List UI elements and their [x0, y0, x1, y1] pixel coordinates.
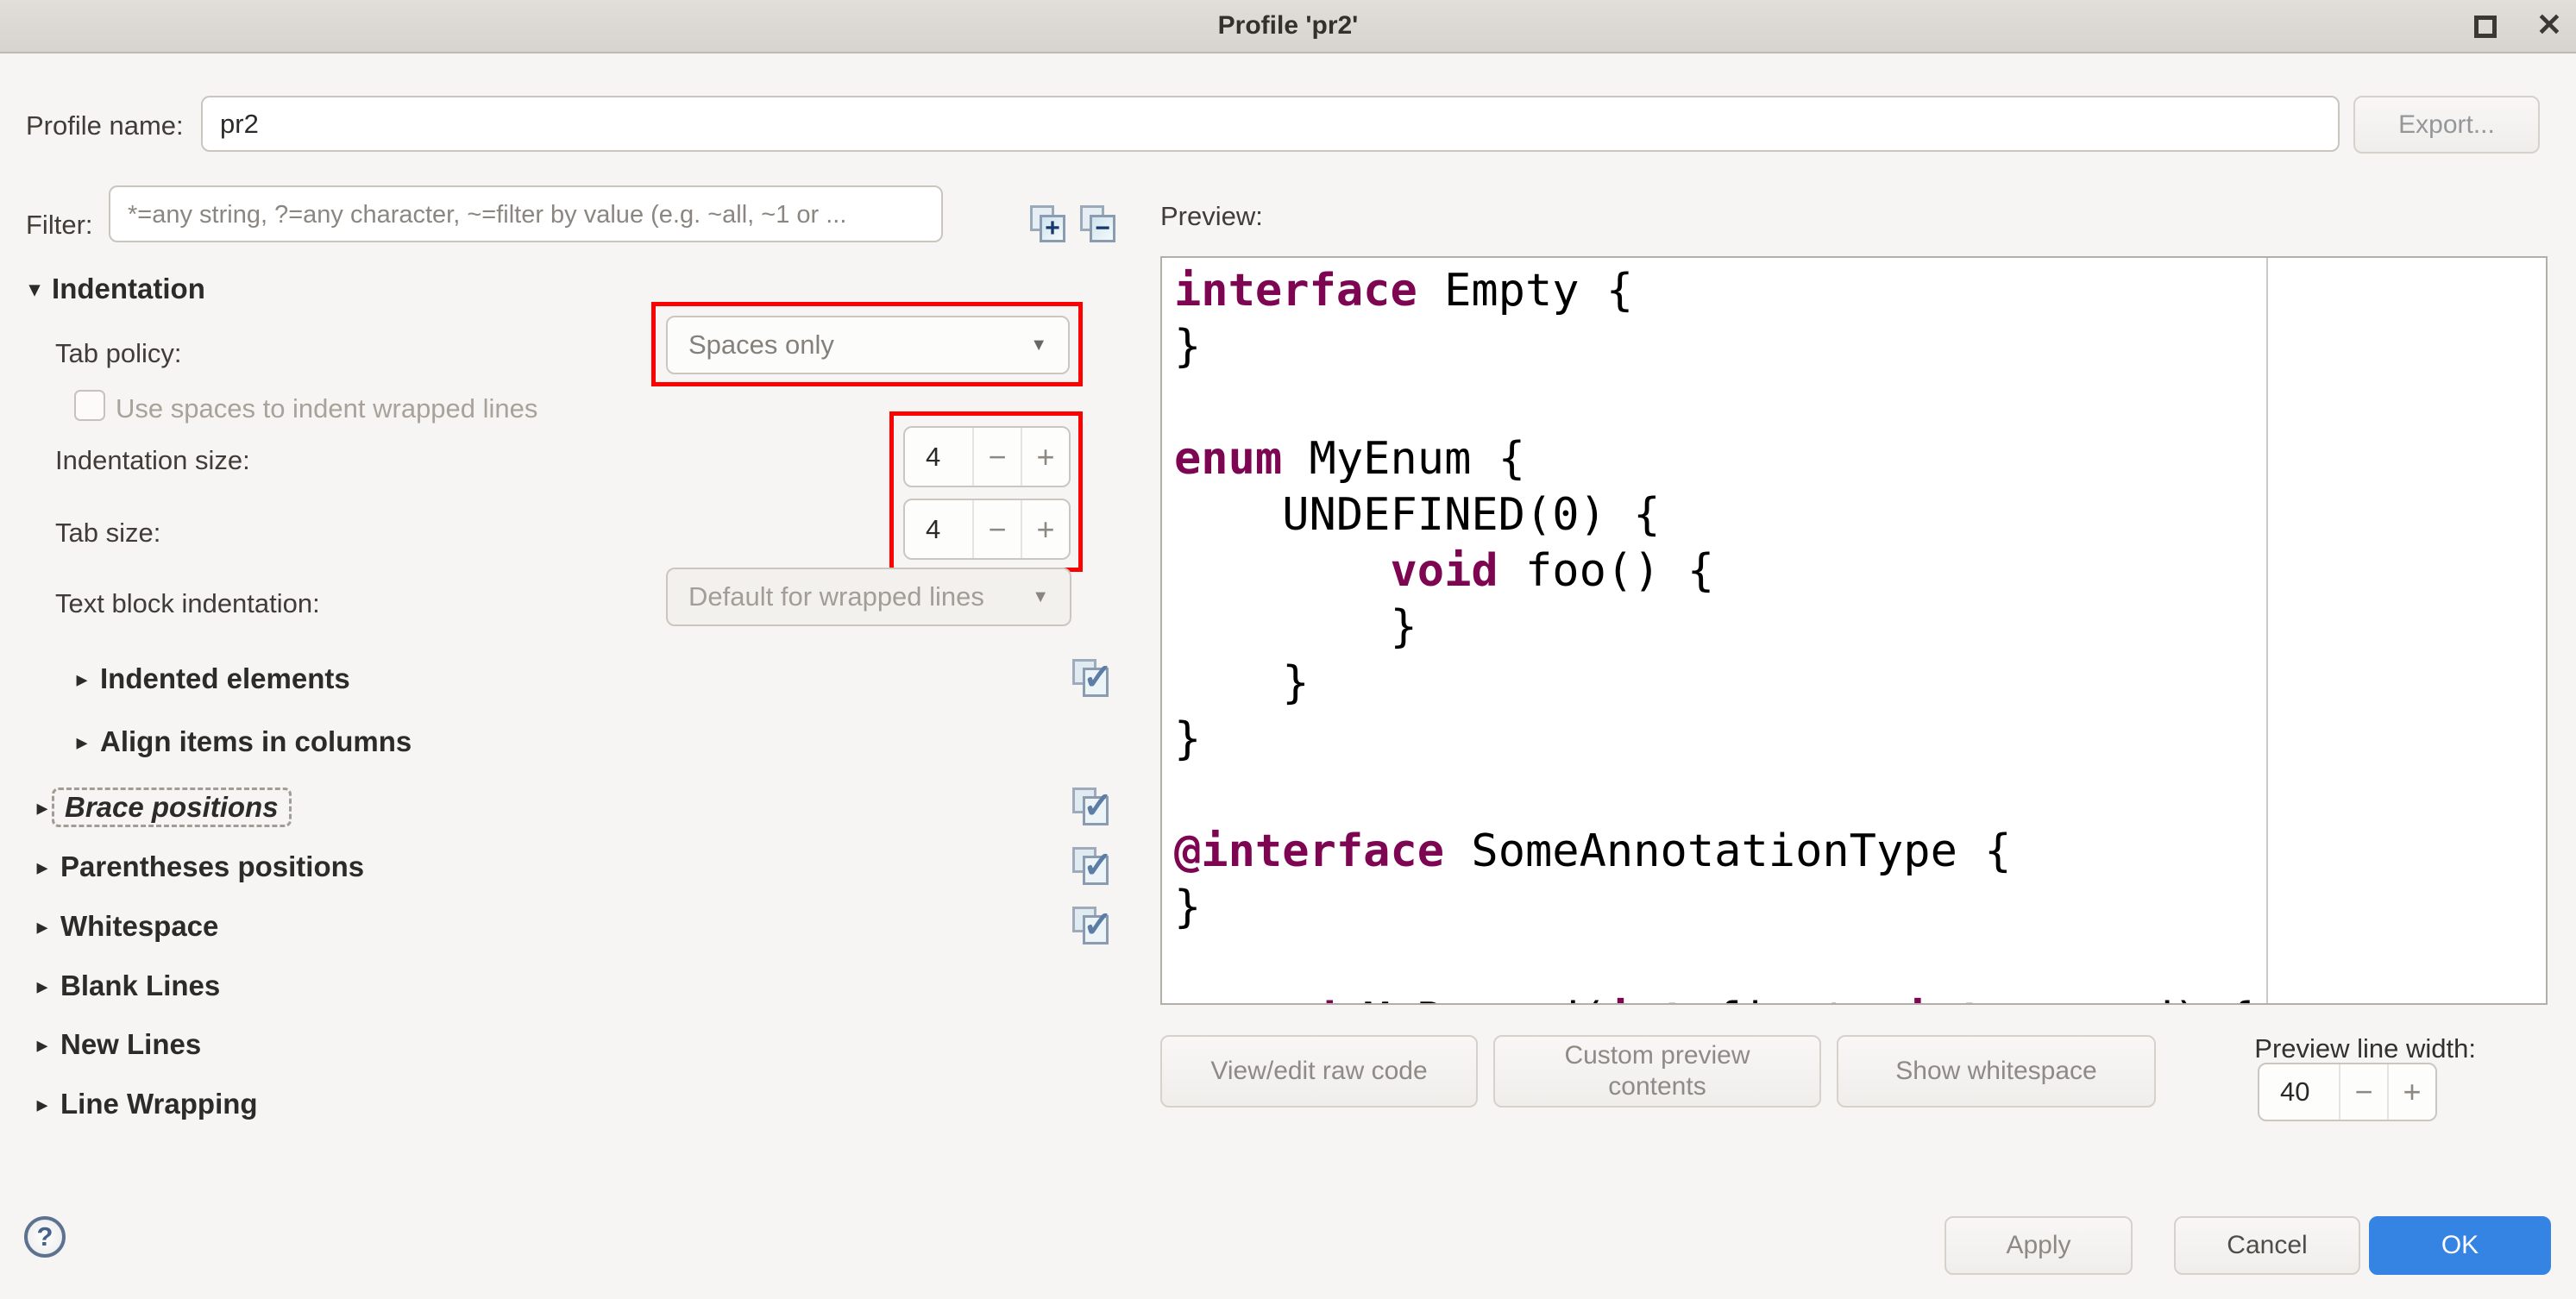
cancel-button[interactable]: Cancel	[2174, 1216, 2360, 1275]
chevron-down-icon: ▼	[1030, 336, 1047, 355]
indentation-size-spinner: 4 − +	[903, 426, 1071, 487]
increment-button[interactable]: +	[2387, 1064, 2435, 1120]
section-label: Indentation	[52, 273, 205, 305]
profile-name-label: Profile name:	[26, 110, 184, 141]
tree-item-new-lines[interactable]: ▸ New Lines	[0, 1024, 1122, 1065]
minus-icon: −	[1090, 215, 1115, 242]
modified-indicator-icon: ✓	[1072, 847, 1112, 887]
preview-code-panel[interactable]: interface Empty {} enum MyEnum { UNDEFIN…	[1160, 256, 2548, 1005]
text-block-label: Text block indentation:	[55, 588, 320, 619]
tree-item-whitespace[interactable]: ▸ Whitespace ✓	[0, 906, 1122, 947]
tab-policy-dropdown[interactable]: Spaces only ▼	[666, 316, 1070, 374]
chevron-right-icon: ▸	[29, 1032, 55, 1058]
decrement-button[interactable]: −	[2339, 1064, 2387, 1120]
show-whitespace-button[interactable]: Show whitespace	[1837, 1035, 2156, 1108]
expand-all-icon[interactable]: +	[1030, 205, 1071, 247]
modified-indicator-icon: ✓	[1072, 907, 1112, 946]
modified-indicator-icon: ✓	[1072, 659, 1112, 699]
chevron-down-icon: ▼	[1032, 587, 1049, 607]
preview-line-width-value[interactable]: 40	[2259, 1064, 2339, 1120]
indentation-size-value[interactable]: 4	[905, 428, 972, 486]
use-spaces-checkbox[interactable]	[74, 390, 105, 421]
tree-item-indentation[interactable]: ▾ Indentation	[29, 273, 205, 305]
preview-line-width-spinner: 40 − +	[2258, 1063, 2437, 1121]
tab-size-value[interactable]: 4	[905, 500, 972, 558]
chevron-right-icon: ▸	[29, 973, 55, 1000]
tree-item-line-wrapping[interactable]: ▸ Line Wrapping	[0, 1083, 1122, 1125]
indentation-size-label: Indentation size:	[55, 445, 250, 476]
modified-indicator-icon: ✓	[1072, 788, 1112, 827]
text-block-dropdown[interactable]: Default for wrapped lines ▼	[666, 568, 1071, 626]
tree-item-brace-positions[interactable]: ▸ Brace positions ✓	[0, 787, 1122, 828]
increment-button[interactable]: +	[1021, 500, 1069, 558]
chevron-right-icon: ▸	[69, 729, 95, 756]
view-edit-raw-code-button[interactable]: View/edit raw code	[1160, 1035, 1478, 1108]
close-button[interactable]: ✕	[2526, 0, 2573, 53]
chevron-right-icon: ▸	[29, 913, 55, 940]
print-margin-line	[2266, 258, 2268, 1003]
code-editor: interface Empty {} enum MyEnum { UNDEFIN…	[1174, 263, 2254, 1005]
decrement-button[interactable]: −	[972, 428, 1021, 486]
preview-line-width-label: Preview line width:	[2208, 1033, 2476, 1064]
plus-icon: +	[1040, 215, 1065, 242]
titlebar: Profile 'pr2' ✕	[0, 0, 2576, 53]
window-title: Profile 'pr2'	[0, 0, 2576, 53]
help-icon[interactable]: ?	[24, 1216, 66, 1258]
tree-item-align-items-in-columns[interactable]: ▸ Align items in columns	[0, 721, 1122, 762]
filter-input[interactable]	[109, 185, 943, 242]
tab-size-spinner: 4 − +	[903, 499, 1071, 560]
chevron-down-icon: ▾	[29, 277, 40, 302]
use-spaces-label: Use spaces to indent wrapped lines	[116, 393, 537, 424]
apply-button[interactable]: Apply	[1945, 1216, 2133, 1275]
profile-name-input[interactable]	[201, 96, 2340, 152]
tree-item-parentheses-positions[interactable]: ▸ Parentheses positions ✓	[0, 846, 1122, 888]
increment-button[interactable]: +	[1021, 428, 1069, 486]
chevron-right-icon: ▸	[69, 666, 95, 693]
text-block-value: Default for wrapped lines	[688, 581, 984, 612]
tree-item-blank-lines[interactable]: ▸ Blank Lines	[0, 965, 1122, 1007]
tree-item-indented-elements[interactable]: ▸ Indented elements ✓	[0, 658, 1122, 700]
tab-policy-value: Spaces only	[688, 329, 834, 361]
custom-preview-contents-button[interactable]: Custom preview contents	[1493, 1035, 1821, 1108]
chevron-right-icon: ▸	[29, 1091, 55, 1118]
ok-button[interactable]: OK	[2369, 1216, 2551, 1275]
filter-label: Filter:	[26, 210, 93, 241]
chevron-right-icon: ▸	[29, 854, 55, 881]
preview-label: Preview:	[1160, 201, 1263, 232]
maximize-button[interactable]	[2474, 16, 2497, 38]
tab-policy-label: Tab policy:	[55, 338, 181, 369]
export-button[interactable]: Export...	[2353, 96, 2540, 154]
collapse-all-icon[interactable]: −	[1080, 205, 1122, 247]
tab-size-label: Tab size:	[55, 518, 160, 549]
decrement-button[interactable]: −	[972, 500, 1021, 558]
formatter-profile-dialog: Profile 'pr2' ✕ Profile name: Export... …	[0, 0, 2576, 1299]
